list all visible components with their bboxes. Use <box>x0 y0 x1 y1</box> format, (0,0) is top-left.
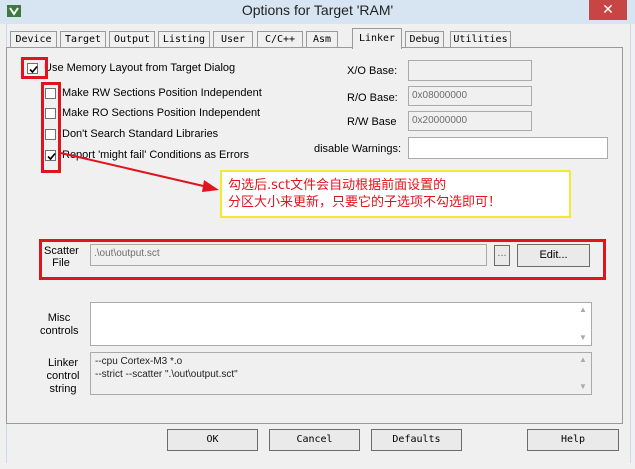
linker-control-line-1: --cpu Cortex-M3 *.o <box>95 356 183 367</box>
scatter-file-field[interactable]: .\out\output.sct <box>90 244 487 266</box>
scroll-up-icon[interactable]: ▲ <box>578 355 588 365</box>
misc-controls-field[interactable]: ▲ ▼ <box>90 302 592 346</box>
ok-button[interactable]: OK <box>167 429 258 451</box>
scatter-label-line-1: Scatter <box>44 245 79 257</box>
cancel-button[interactable]: Cancel <box>269 429 360 451</box>
misc-label-line-1: Misc <box>47 312 71 324</box>
annotation-line-2: 分区大小来更新，只要它的子选项不勾选即可！ <box>228 195 502 210</box>
tab-linker[interactable]: Linker <box>352 28 402 49</box>
annotation-note: 勾选后.sct文件会自动根据前面设置的 分区大小来更新，只要它的子选项不勾选即可… <box>220 170 571 218</box>
misc-scrollbar[interactable]: ▲ ▼ <box>576 304 590 344</box>
linker-scrollbar[interactable]: ▲ ▼ <box>576 354 590 393</box>
edit-button[interactable]: Edit... <box>517 244 590 267</box>
scroll-down-icon[interactable]: ▼ <box>578 382 588 392</box>
defaults-button[interactable]: Defaults <box>371 429 462 451</box>
browse-button[interactable]: ... <box>494 245 510 266</box>
linker-control-line-2: --strict --scatter ".\out\output.sct" <box>95 369 238 380</box>
linker-control-label: Linker control string <box>38 357 88 396</box>
scatter-file-label: Scatter File <box>44 245 79 269</box>
scroll-up-icon[interactable]: ▲ <box>578 305 588 315</box>
scatter-label-line-2: File <box>52 257 70 269</box>
linker-label-line-1: Linker <box>48 357 78 369</box>
annotation-arrow-icon <box>60 152 219 192</box>
misc-label-line-2: controls <box>40 325 79 337</box>
help-button[interactable]: Help <box>527 429 619 451</box>
linker-control-field[interactable]: --cpu Cortex-M3 *.o --strict --scatter "… <box>90 352 592 395</box>
linker-label-line-3: string <box>49 383 77 395</box>
linker-label-line-2: control <box>46 370 80 382</box>
annotation-line-1: 勾选后.sct文件会自动根据前面设置的 <box>228 178 447 193</box>
scroll-down-icon[interactable]: ▼ <box>578 333 588 343</box>
misc-controls-label: Misc controls <box>40 312 79 338</box>
